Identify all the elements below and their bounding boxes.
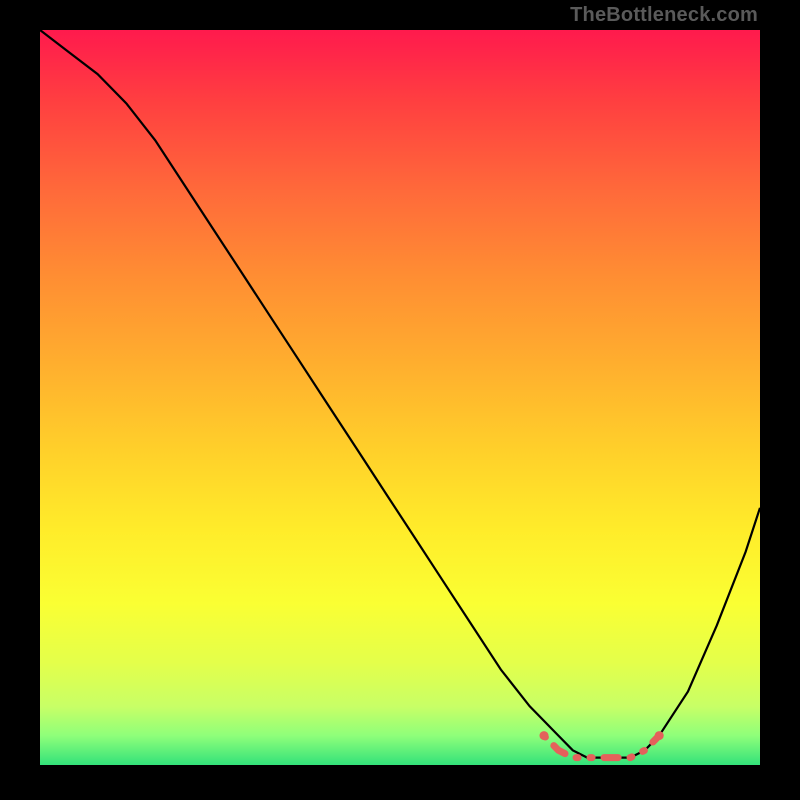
bottleneck-curve-path bbox=[40, 30, 760, 758]
optimal-band-endpoint bbox=[540, 731, 549, 740]
chart-svg bbox=[40, 30, 760, 765]
chart-frame: TheBottleneck.com bbox=[0, 0, 800, 800]
attribution-label: TheBottleneck.com bbox=[570, 4, 758, 27]
optimal-band-endpoint bbox=[655, 731, 664, 740]
plot-area bbox=[40, 30, 760, 765]
